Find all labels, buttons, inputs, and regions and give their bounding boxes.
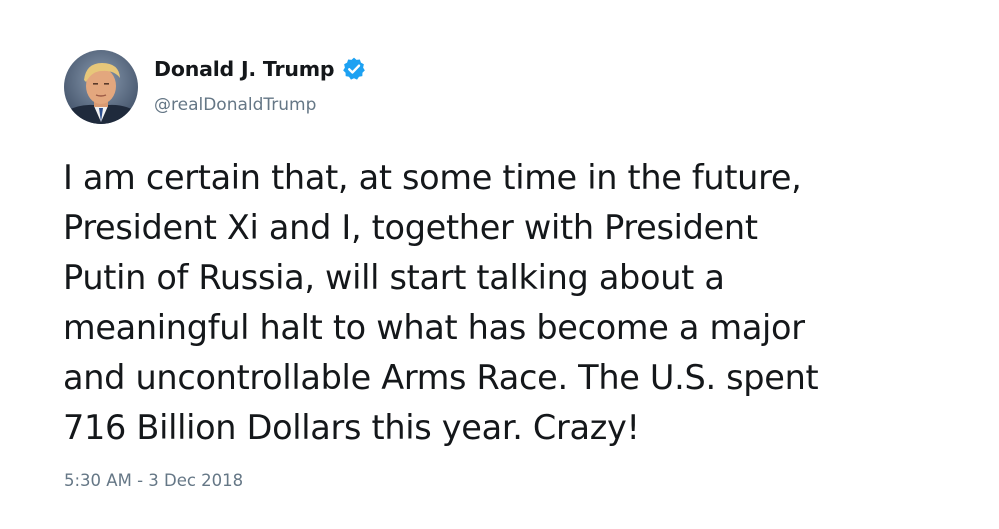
tweet-text-line: President Xi and I, together with Presid… [63,208,758,247]
tweet-timestamp[interactable]: 5:30 AM - 3 Dec 2018 [64,471,243,490]
tweet-text-line: 716 Billion Dollars this year. Crazy! [63,408,640,447]
verified-badge-icon [341,56,367,82]
tweet-text: I am certain that, at some time in the f… [63,153,983,453]
tweet-text-line: I am certain that, at some time in the f… [63,158,802,197]
tweet-card: Donald J. Trump @realDonaldTrump I am ce… [0,0,999,529]
author-display-name[interactable]: Donald J. Trump [154,57,335,81]
tweet-text-line: and uncontrollable Arms Race. The U.S. s… [63,358,819,397]
author-handle[interactable]: @realDonaldTrump [154,95,316,115]
avatar[interactable] [64,50,138,124]
author-name-row[interactable]: Donald J. Trump [154,56,367,82]
tweet-text-line: Putin of Russia, will start talking abou… [63,258,725,297]
profile-photo-icon [64,50,138,124]
tweet-text-line: meaningful halt to what has become a maj… [63,308,805,347]
